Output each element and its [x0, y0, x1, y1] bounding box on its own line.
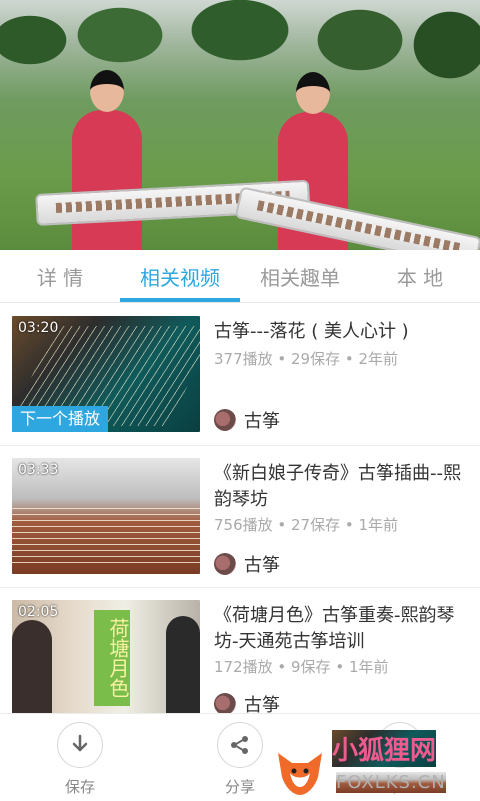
- fox-logo-icon: [278, 753, 322, 795]
- next-play-badge: 下一个播放: [12, 406, 109, 432]
- avatar: [214, 553, 236, 575]
- performer-left-head: [90, 70, 124, 112]
- video-duration: 03:33: [18, 462, 59, 478]
- video-duration: 02:05: [18, 604, 59, 620]
- avatar: [214, 693, 236, 713]
- tab-related-lists[interactable]: 相关趣单: [240, 250, 360, 302]
- video-author[interactable]: 古筝: [214, 551, 280, 577]
- author-name: 古筝: [244, 695, 280, 713]
- video-thumbnail[interactable]: 03:20 下一个播放: [12, 316, 200, 432]
- list-item[interactable]: 荷塘月色 02:05 《荷塘月色》古筝重奏-熙韵琴坊-天通苑古筝培训 172播放…: [0, 587, 480, 713]
- video-meta: 172播放 • 9保存 • 1年前: [214, 658, 389, 676]
- performer-left: [72, 70, 142, 250]
- video-author[interactable]: 古筝: [214, 691, 280, 713]
- share-label: 分享: [224, 778, 255, 796]
- share-icon: [217, 722, 263, 768]
- video-meta: 377播放 • 29保存 • 2年前: [214, 350, 399, 368]
- video-thumbnail[interactable]: 03:33: [12, 458, 200, 574]
- tab-local-label: 本 地: [396, 265, 444, 290]
- comment-button[interactable]: 评论: [360, 722, 440, 797]
- guzheng-right: [234, 186, 480, 250]
- avatar: [214, 409, 236, 431]
- performer-right-head: [296, 72, 330, 114]
- tab-details[interactable]: 详 情: [0, 250, 120, 302]
- author-name: 古筝: [244, 411, 280, 432]
- list-item[interactable]: 03:20 下一个播放 古筝---落花 ( 美人心计 ) 377播放 • 29保…: [0, 303, 480, 446]
- tab-related-videos[interactable]: 相关视频: [120, 250, 240, 302]
- comment-icon: [377, 722, 423, 768]
- video-author[interactable]: 古筝: [214, 407, 280, 433]
- save-label: 保存: [64, 778, 95, 796]
- background-trees: [0, 0, 480, 120]
- tab-bar: 详 情 相关视频 相关趣单 本 地: [0, 250, 480, 303]
- related-video-list: 03:20 下一个播放 古筝---落花 ( 美人心计 ) 377播放 • 29保…: [0, 303, 480, 713]
- thumbnail-person-left: [12, 620, 52, 713]
- save-button[interactable]: 保存: [40, 722, 120, 797]
- tab-details-label: 详 情: [36, 265, 84, 290]
- video-title[interactable]: 《荷塘月色》古筝重奏-熙韵琴坊-天通苑古筝培训: [214, 603, 474, 655]
- video-title[interactable]: 《新白娘子传奇》古筝插曲--熙韵琴坊: [214, 461, 474, 513]
- video-title[interactable]: 古筝---落花 ( 美人心计 ): [214, 319, 474, 345]
- tab-related-videos-label: 相关视频: [140, 265, 220, 290]
- download-icon: [57, 722, 103, 768]
- bottom-action-bar: 保存 分享 评论 小狐狸网 FOXLKS.CN: [0, 713, 480, 801]
- comment-label: 评论: [384, 778, 415, 796]
- thumbnail-person-right: [166, 616, 200, 713]
- thumbnail-art: [12, 508, 200, 568]
- video-thumbnail[interactable]: 荷塘月色 02:05: [12, 600, 200, 713]
- share-button[interactable]: 分享: [200, 722, 280, 797]
- author-name: 古筝: [244, 555, 280, 576]
- tab-local[interactable]: 本 地: [360, 250, 480, 302]
- list-item[interactable]: 03:33 《新白娘子传奇》古筝插曲--熙韵琴坊 756播放 • 27保存 • …: [0, 445, 480, 588]
- video-duration: 03:20: [18, 320, 59, 336]
- video-player[interactable]: [0, 0, 480, 250]
- thumbnail-banner: 荷塘月色: [94, 610, 130, 706]
- tab-related-lists-label: 相关趣单: [260, 265, 340, 290]
- video-meta: 756播放 • 27保存 • 1年前: [214, 516, 399, 534]
